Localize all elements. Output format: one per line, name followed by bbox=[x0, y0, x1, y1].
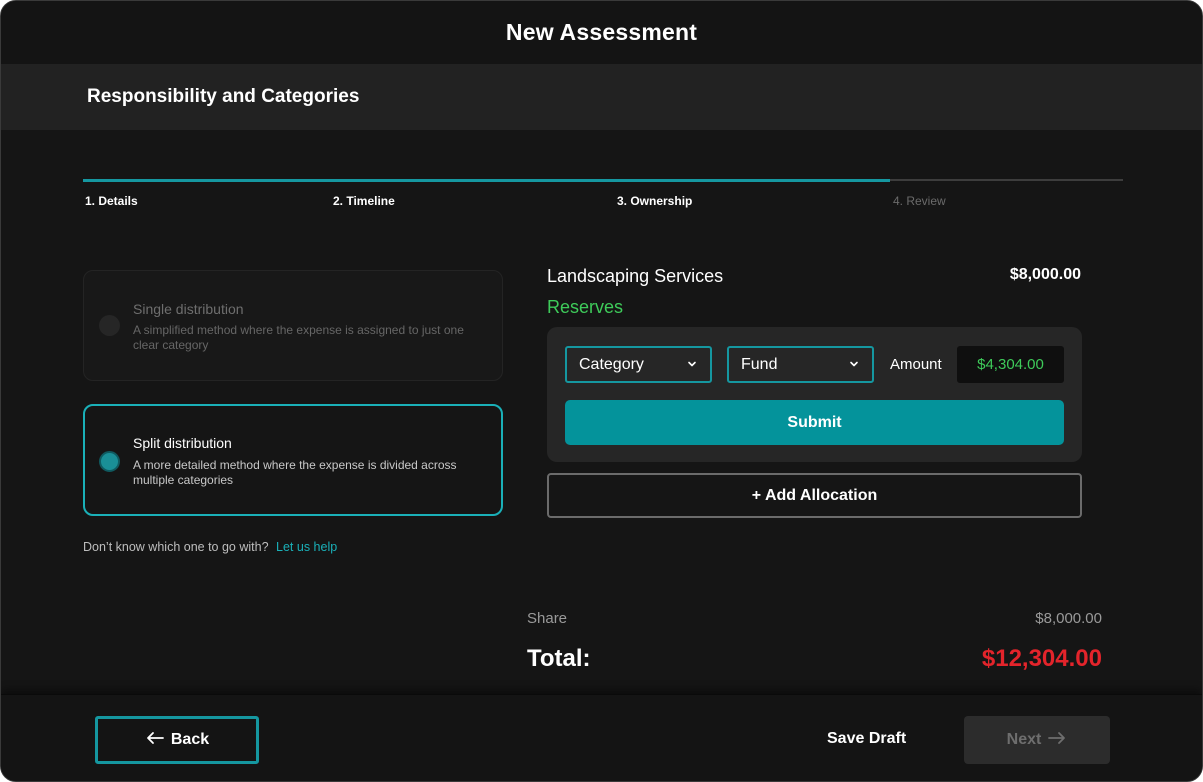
service-amount: $8,000.00 bbox=[1009, 266, 1081, 283]
next-button-label: Next bbox=[1006, 731, 1042, 748]
chevron-down-icon bbox=[686, 357, 698, 375]
option-split-title: Split distribution bbox=[133, 435, 232, 451]
share-label: Share bbox=[527, 610, 568, 627]
total-label: Total: bbox=[527, 645, 591, 672]
chevron-down-icon bbox=[848, 357, 860, 375]
help-question: Don’t know which one to go with? bbox=[83, 540, 269, 554]
arrow-right-icon bbox=[1047, 731, 1067, 750]
top-bar: New Assessment bbox=[1, 1, 1202, 64]
option-single-description: A simplified method where the expense is… bbox=[133, 323, 464, 352]
submit-button[interactable]: Submit bbox=[565, 400, 1064, 445]
radio-split[interactable] bbox=[99, 451, 120, 472]
section-header: Responsibility and Categories bbox=[1, 64, 1202, 130]
step-review: 4. Review bbox=[893, 194, 946, 208]
fund-select[interactable]: Fund bbox=[727, 346, 874, 383]
option-single-distribution[interactable]: Single distribution A simplified method … bbox=[83, 270, 503, 381]
section-title: Responsibility and Categories bbox=[87, 86, 360, 107]
option-split-distribution[interactable]: Split distribution A more detailed metho… bbox=[83, 404, 503, 516]
stepper-progress-bar bbox=[83, 179, 891, 182]
progress-stepper: 1. Details 2. Timeline 3. Ownership 4. R… bbox=[83, 179, 1123, 209]
option-single-title: Single distribution bbox=[133, 301, 244, 317]
allocation-form: Category Fund Amount $4,304.00 Submit bbox=[547, 327, 1082, 462]
step-details[interactable]: 1. Details bbox=[85, 194, 138, 208]
option-split-description: A more detailed method where the expense… bbox=[133, 458, 457, 487]
step-ownership[interactable]: 3. Ownership bbox=[617, 194, 692, 208]
arrow-left-icon bbox=[145, 731, 165, 750]
fund-select-value: Fund bbox=[741, 355, 778, 373]
page-title: New Assessment bbox=[505, 19, 698, 45]
back-button[interactable]: Back bbox=[95, 716, 259, 764]
help-link[interactable]: Let us help bbox=[276, 540, 337, 554]
next-button[interactable]: Next bbox=[964, 716, 1110, 764]
step-timeline[interactable]: 2. Timeline bbox=[333, 194, 395, 208]
help-text: Don’t know which one to go with? Let us … bbox=[83, 540, 337, 554]
total-value: $12,304.00 bbox=[981, 645, 1102, 672]
amount-input[interactable]: $4,304.00 bbox=[957, 346, 1064, 383]
amount-label: Amount bbox=[890, 356, 942, 373]
reserve-label: Reserves bbox=[547, 297, 624, 317]
back-button-label: Back bbox=[170, 731, 210, 748]
footer-bar: Back Save Draft Next bbox=[1, 694, 1202, 781]
category-select-value: Category bbox=[579, 355, 644, 373]
save-draft-button[interactable]: Save Draft bbox=[827, 730, 906, 748]
add-allocation-button[interactable]: + Add Allocation bbox=[547, 473, 1082, 518]
category-select[interactable]: Category bbox=[565, 346, 712, 383]
radio-single[interactable] bbox=[99, 315, 120, 336]
share-value: $8,000.00 bbox=[1035, 610, 1102, 627]
app-window: New Assessment Responsibility and Catego… bbox=[0, 0, 1203, 782]
service-name: Landscaping Services bbox=[547, 266, 724, 286]
